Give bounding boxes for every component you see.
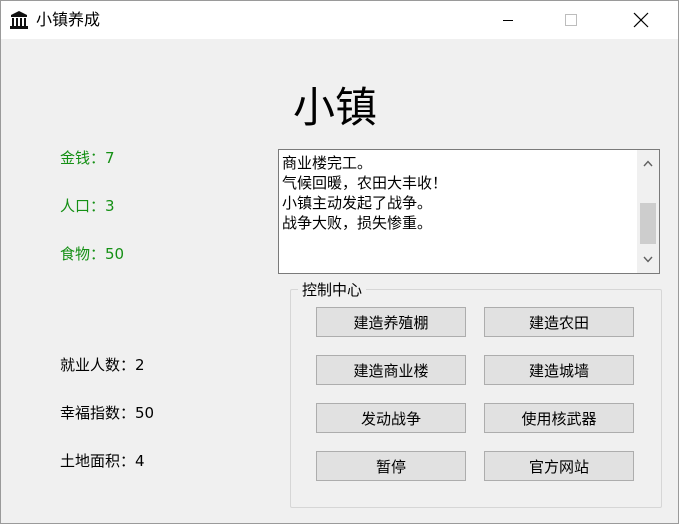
- build-farm-shed-button[interactable]: 建造养殖棚: [316, 307, 466, 337]
- log-line: 小镇主动发起了战争。: [282, 194, 433, 212]
- close-button[interactable]: [618, 1, 664, 39]
- log-line: 商业楼完工。: [282, 154, 373, 172]
- app-window: 小镇养成 小镇 金钱：7 人口：3 食物：50 就业人数：2 幸福指数：50 土…: [0, 0, 679, 524]
- employed-label: 就业人数：2: [60, 356, 145, 374]
- minimize-icon: [503, 20, 513, 21]
- food-label: 食物：50: [60, 245, 125, 263]
- client-area: 小镇 金钱：7 人口：3 食物：50 就业人数：2 幸福指数：50 土地面积：4…: [1, 39, 678, 523]
- land-area-label: 土地面积：4: [60, 452, 145, 470]
- official-website-button[interactable]: 官方网站: [484, 451, 634, 481]
- build-commercial-button[interactable]: 建造商业楼: [316, 355, 466, 385]
- minimize-button[interactable]: [485, 1, 531, 39]
- happiness-label: 幸福指数：50: [60, 404, 155, 422]
- log-scrollbar[interactable]: [637, 150, 659, 273]
- population-label: 人口：3: [60, 197, 115, 215]
- chevron-down-icon: [643, 256, 653, 263]
- start-war-button[interactable]: 发动战争: [316, 403, 466, 433]
- page-title: 小镇: [293, 83, 378, 132]
- build-farmland-button[interactable]: 建造农田: [484, 307, 634, 337]
- log-line: 战争大败，损失惨重。: [282, 214, 433, 232]
- control-center-label: 控制中心: [298, 280, 367, 300]
- title-bar[interactable]: 小镇养成: [1, 1, 678, 39]
- use-nuke-button[interactable]: 使用核武器: [484, 403, 634, 433]
- close-icon: [633, 12, 649, 28]
- chevron-up-icon: [643, 159, 653, 166]
- money-label: 金钱：7: [60, 149, 115, 167]
- scroll-down-button[interactable]: [637, 248, 659, 270]
- pause-button[interactable]: 暂停: [316, 451, 466, 481]
- building-icon: [9, 10, 29, 30]
- event-log-lines: 商业楼完工。 气候回暖，农田大丰收！ 小镇主动发起了战争。 战争大败，损失惨重。: [282, 153, 632, 233]
- scrollbar-thumb[interactable]: [640, 203, 656, 244]
- window-title: 小镇养成: [36, 10, 101, 29]
- event-log[interactable]: 商业楼完工。 气候回暖，农田大丰收！ 小镇主动发起了战争。 战争大败，损失惨重。: [278, 149, 660, 274]
- scroll-up-button[interactable]: [637, 152, 659, 174]
- build-wall-button[interactable]: 建造城墙: [484, 355, 634, 385]
- maximize-icon: [565, 14, 577, 26]
- log-line: 气候回暖，农田大丰收！: [282, 174, 448, 192]
- maximize-button[interactable]: [548, 1, 594, 39]
